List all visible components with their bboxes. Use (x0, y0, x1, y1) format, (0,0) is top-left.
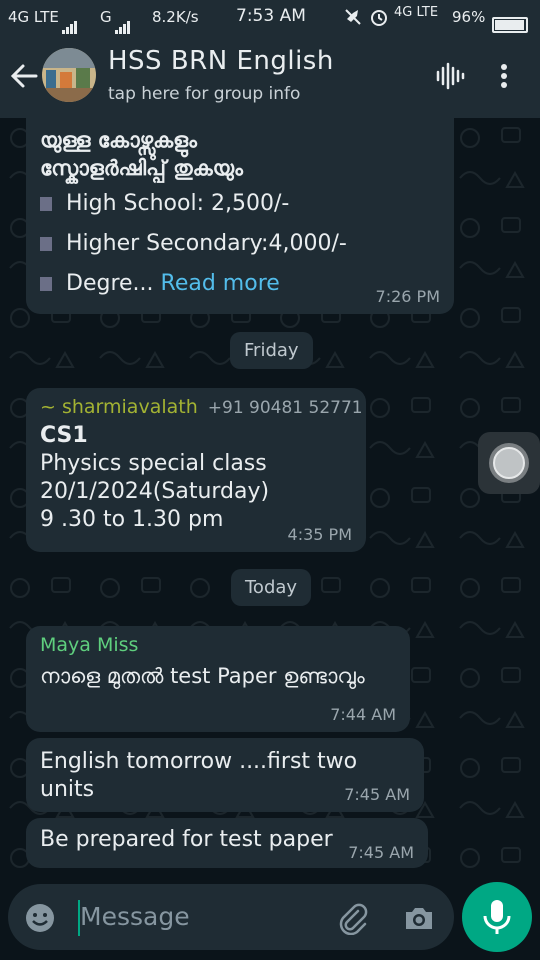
mic-button[interactable] (462, 882, 532, 952)
sender-phone: +91 90481 52771 (207, 398, 363, 418)
attach-icon[interactable] (336, 901, 370, 939)
message-placeholder[interactable]: Message (80, 902, 190, 931)
bullet-icon (40, 237, 52, 251)
group-title[interactable]: HSS BRN English (108, 46, 334, 76)
network-label-1: 4G LTE (8, 8, 77, 34)
message-text-line: യുള്ള കോഴ്സുകളും (40, 128, 197, 152)
emoji-icon[interactable] (24, 902, 56, 938)
chat-area[interactable]: യുള്ള കോഴ്സുകളും സ്കോളർഷിപ്പ് തുകയും Hig… (0, 118, 540, 882)
message-time: 7:44 AM (330, 705, 396, 724)
more-vert-icon[interactable] (486, 58, 522, 94)
network-label-3: 4G LTE (394, 5, 439, 20)
sender-name[interactable]: Maya Miss (40, 634, 396, 656)
message-sender-row: ~ sharmiavalath +91 90481 52771 (40, 396, 363, 418)
group-avatar[interactable] (42, 48, 96, 102)
back-arrow-icon[interactable] (8, 60, 40, 92)
bullet-line: High School: 2,500/- (40, 190, 440, 218)
sender-name[interactable]: ~ sharmiavalath (40, 396, 198, 418)
status-bar: 4G LTE G 8.2K/s 7:53 AM 4G LTE 96% (0, 0, 540, 34)
message-text: നാളെ മുതൽ test Paper ഉണ്ടാവും (40, 664, 365, 688)
signal-icon-2 (114, 16, 131, 34)
message-bubble[interactable]: English tomorrow ....first two units 7:4… (26, 738, 424, 812)
clock: 7:53 AM (236, 6, 306, 26)
message-text-line: 20/1/2024(Saturday) (40, 479, 270, 504)
message-bubble[interactable]: Maya Miss നാളെ മുതൽ test Paper ഉണ്ടാവും … (26, 626, 410, 732)
message-bubble[interactable]: യുള്ള കോഴ്സുകളും സ്കോളർഷിപ്പ് തുകയും Hig… (26, 118, 454, 314)
voice-call-icon[interactable] (432, 58, 468, 94)
read-more-link[interactable]: Read more (161, 271, 280, 296)
chat-header[interactable]: HSS BRN English tap here for group info (0, 34, 540, 118)
message-time: 7:45 AM (344, 785, 410, 804)
message-text-line: CS1 (40, 423, 88, 448)
message-text-line: സ്കോളർഷിപ്പ് തുകയും (40, 156, 243, 180)
message-input[interactable]: Message (8, 884, 454, 950)
message-time: 7:45 AM (348, 843, 414, 862)
group-info-hint[interactable]: tap here for group info (108, 84, 300, 104)
assistive-touch-button[interactable] (478, 432, 540, 494)
composer-bar: Message (0, 882, 540, 960)
signal-icon (61, 16, 78, 34)
battery-percent: 96% (452, 8, 486, 26)
alarm-icon (370, 8, 388, 30)
date-separator: Today (231, 569, 312, 606)
message-text-line: Physics special class (40, 451, 267, 476)
bullet-icon (40, 197, 52, 211)
date-separator: Friday (230, 332, 313, 369)
message-time: 7:26 PM (375, 287, 440, 306)
network-label-2: G (100, 8, 130, 34)
bullet-icon (40, 277, 52, 291)
data-speed: 8.2K/s (152, 8, 199, 26)
bullet-line: Higher Secondary:4,000/- (40, 230, 440, 258)
message-time: 4:35 PM (287, 525, 352, 544)
camera-icon[interactable] (402, 901, 436, 939)
message-bubble[interactable]: Be prepared for test paper 7:45 AM (26, 818, 428, 868)
mute-icon (344, 8, 362, 30)
message-bubble[interactable]: ~ sharmiavalath +91 90481 52771 CS1 Physi… (26, 388, 366, 552)
mic-icon (483, 900, 511, 934)
